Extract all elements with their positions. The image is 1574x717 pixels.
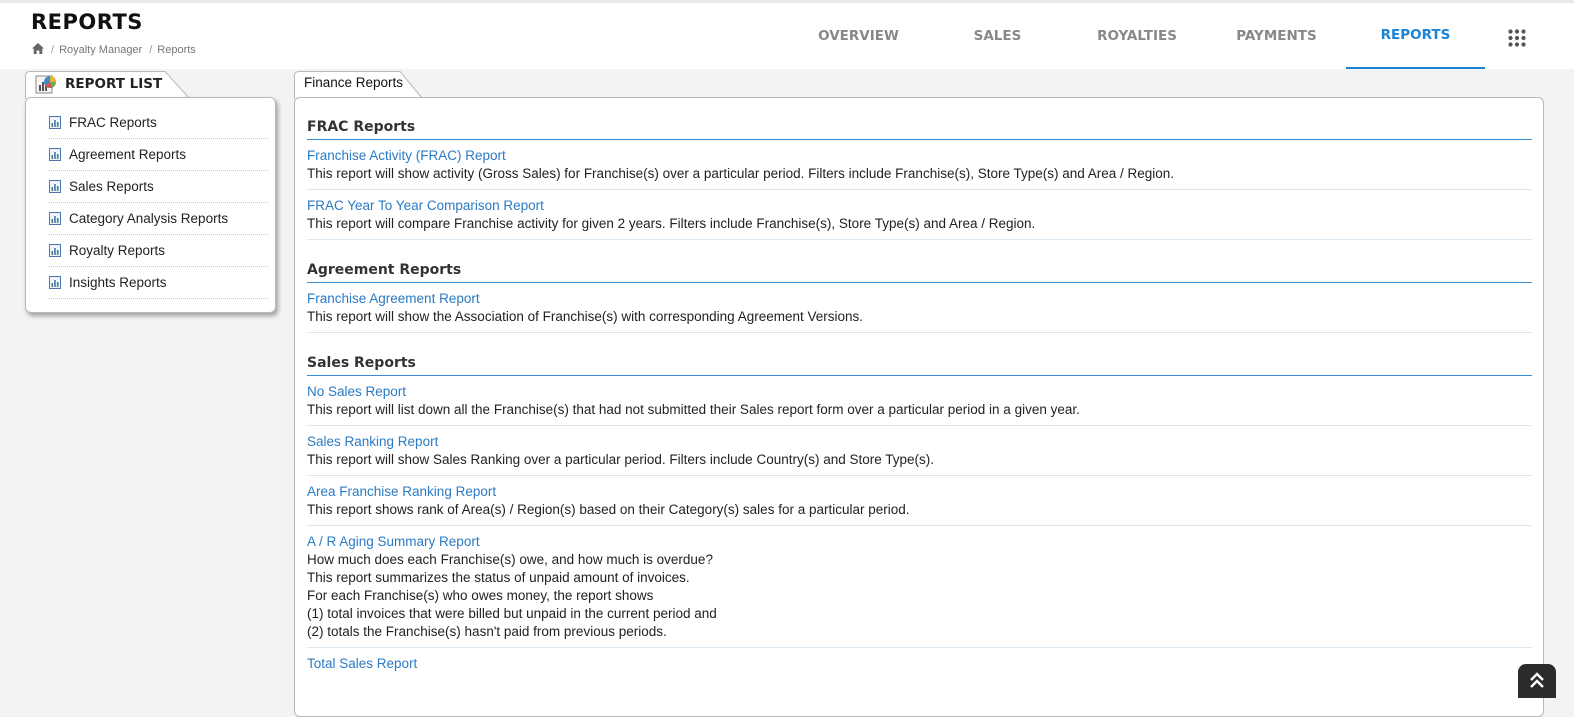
report-document-icon (49, 212, 61, 225)
tab-overview[interactable]: OVERVIEW (789, 3, 928, 69)
report-link[interactable]: Total Sales Report (307, 654, 1532, 673)
report-entry: Area Franchise Ranking Report This repor… (307, 476, 1532, 526)
report-entry: FRAC Year To Year Comparison Report This… (307, 190, 1532, 240)
report-link[interactable]: Area Franchise Ranking Report (307, 482, 1532, 501)
report-link[interactable]: A / R Aging Summary Report (307, 532, 1532, 551)
report-list-item-agreement[interactable]: Agreement Reports (49, 139, 268, 171)
breadcrumb-item-reports[interactable]: Reports (157, 44, 196, 56)
report-list-item-royalty[interactable]: Royalty Reports (49, 235, 268, 267)
scroll-to-top-button[interactable] (1518, 664, 1556, 698)
report-list-item-label: FRAC Reports (69, 115, 157, 130)
report-description: This report shows rank of Area(s) / Regi… (307, 502, 910, 517)
report-description-line: This report summarizes the status of unp… (307, 570, 690, 585)
report-entry: Sales Ranking Report This report will sh… (307, 426, 1532, 476)
report-list-item-label: Category Analysis Reports (69, 211, 229, 226)
home-icon[interactable] (32, 43, 44, 57)
report-link[interactable]: Franchise Activity (FRAC) Report (307, 146, 1532, 165)
report-list-item-frac[interactable]: FRAC Reports (49, 107, 268, 139)
report-description: This report will show activity (Gross Sa… (307, 166, 1175, 181)
report-description-line: How much does each Franchise(s) owe, and… (307, 552, 713, 567)
report-document-icon (49, 244, 61, 257)
finance-reports-tab[interactable]: Finance Reports (294, 71, 424, 99)
report-list-item-label: Sales Reports (69, 179, 154, 194)
report-list-item-category-analysis[interactable]: Category Analysis Reports (49, 203, 268, 235)
report-chart-icon (35, 75, 56, 94)
report-document-icon (49, 276, 61, 289)
report-list-item-insights[interactable]: Insights Reports (49, 267, 268, 299)
main-nav: OVERVIEW SALES ROYALTIES PAYMENTS REPORT… (789, 3, 1574, 69)
report-document-icon (49, 148, 61, 161)
tab-royalties[interactable]: ROYALTIES (1067, 3, 1207, 69)
double-chevron-up-icon (1530, 672, 1544, 688)
report-entry: Total Sales Report (307, 648, 1532, 679)
report-list-item-sales[interactable]: Sales Reports (49, 171, 268, 203)
breadcrumb-separator: / (149, 44, 153, 56)
finance-reports-panel: FRAC Reports Franchise Activity (FRAC) R… (294, 97, 1544, 717)
report-entry: A / R Aging Summary Report How much does… (307, 526, 1532, 648)
page-title: REPORTS (31, 10, 143, 34)
report-document-icon (49, 180, 61, 193)
report-entry: Franchise Agreement Report This report w… (307, 283, 1532, 333)
report-list-tab[interactable]: REPORT LIST (25, 71, 190, 99)
tab-payments[interactable]: PAYMENTS (1207, 3, 1346, 69)
breadcrumb-item-royalty-manager[interactable]: Royalty Manager (59, 44, 142, 56)
report-list-tab-label: REPORT LIST (65, 76, 163, 92)
breadcrumb-separator: / (51, 44, 55, 56)
report-entry: No Sales Report This report will list do… (307, 376, 1532, 426)
report-link[interactable]: Franchise Agreement Report (307, 289, 1532, 308)
report-link[interactable]: No Sales Report (307, 382, 1532, 401)
tab-reports[interactable]: REPORTS (1346, 3, 1485, 69)
report-entry: Franchise Activity (FRAC) Report This re… (307, 140, 1532, 190)
report-description: This report will show the Association of… (307, 309, 864, 324)
report-list-item-label: Royalty Reports (69, 243, 166, 258)
tab-sales[interactable]: SALES (928, 3, 1067, 69)
report-list-item-label: Agreement Reports (69, 147, 187, 162)
finance-reports-tab-label: Finance Reports (304, 75, 404, 90)
section-title: Agreement Reports (307, 262, 1532, 283)
section-sales-reports: Sales Reports No Sales Report This repor… (295, 333, 1543, 679)
report-description: This report will compare Franchise activ… (307, 216, 1036, 231)
section-agreement-reports: Agreement Reports Franchise Agreement Re… (295, 240, 1543, 333)
breadcrumb: / Royalty Manager / Reports (32, 43, 196, 57)
report-description-line: (1) total invoices that were billed but … (307, 606, 717, 621)
top-header: REPORTS / Royalty Manager / Reports OVER… (0, 0, 1574, 69)
report-link[interactable]: Sales Ranking Report (307, 432, 1532, 451)
section-title: Sales Reports (307, 355, 1532, 376)
report-list-panel: FRAC Reports Agreement Reports Sales Rep… (25, 97, 276, 313)
report-list-item-label: Insights Reports (69, 275, 167, 290)
report-document-icon (49, 116, 61, 129)
report-description-line: For each Franchise(s) who owes money, th… (307, 588, 654, 603)
report-link[interactable]: FRAC Year To Year Comparison Report (307, 196, 1532, 215)
report-description: This report will show Sales Ranking over… (307, 452, 935, 467)
report-description-line: (2) totals the Franchise(s) hasn't paid … (307, 624, 667, 639)
report-description: This report will list down all the Franc… (307, 402, 1080, 417)
section-frac-reports: FRAC Reports Franchise Activity (FRAC) R… (295, 98, 1543, 240)
apps-grid-icon[interactable] (1508, 29, 1526, 47)
section-title: FRAC Reports (307, 119, 1532, 140)
